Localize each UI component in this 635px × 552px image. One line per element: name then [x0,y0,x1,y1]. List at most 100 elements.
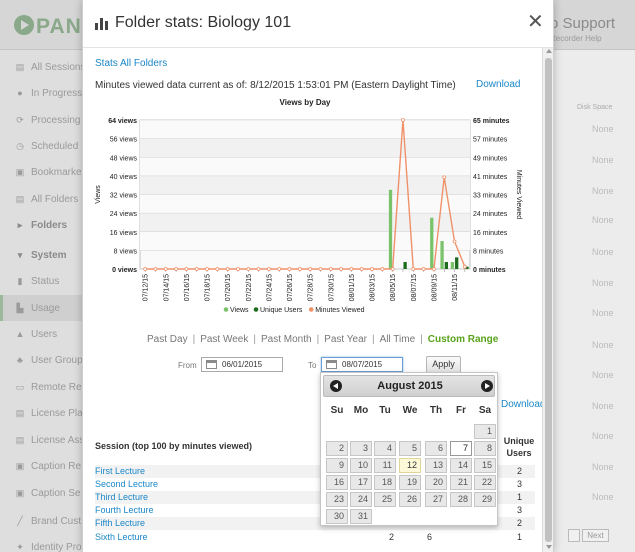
calendar-day[interactable]: 6 [425,441,447,456]
session-name-link[interactable]: Third Lecture [95,491,148,504]
calendar-day[interactable]: 19 [399,475,421,490]
minutes-point [401,118,405,122]
calendar-day[interactable]: 30 [326,509,348,524]
grid-band [140,138,470,158]
sidebar-item[interactable]: ▾ System [0,242,82,268]
download-link[interactable]: Download [476,79,520,90]
scroll-down-arrow-icon[interactable] [546,545,552,549]
calendar-day[interactable]: 15 [474,458,496,473]
calendar-day[interactable]: 10 [350,458,372,473]
sidebar-item[interactable]: ╱ Brand Cust [0,508,82,534]
next-month-icon[interactable] [481,380,493,392]
session-name-link[interactable]: Fifth Lecture [95,517,145,530]
calendar-day[interactable]: 1 [474,424,496,439]
close-icon[interactable]: ✕ [527,12,544,32]
calendar-day[interactable]: 20 [425,475,447,490]
sidebar-item-label: Bookmarked [31,167,82,178]
session-name-link[interactable]: First Lecture [95,465,145,478]
calendar-day[interactable]: 18 [374,475,396,490]
calendar-day[interactable]: 26 [399,492,421,507]
sidebar-item[interactable]: ▤ License Ass [0,427,82,453]
calendar-day[interactable]: 2 [326,441,348,456]
left-tick-label: 56 views [110,137,138,144]
calendar-day[interactable]: 27 [425,492,447,507]
session-name-link[interactable]: Fourth Lecture [95,504,154,517]
sidebar-item[interactable]: ▤ License Pla [0,400,82,426]
support-link[interactable]: o Support [550,15,615,32]
calendar-day[interactable]: 31 [350,509,372,524]
range-option-past-month[interactable]: Past Month [261,334,312,345]
calendar-day[interactable]: 9 [326,458,348,473]
chart-title: Views by Day [280,98,332,107]
calendar-day[interactable]: 28 [450,492,472,507]
sidebar-item[interactable]: ● In Progress [0,80,82,106]
session-name-link[interactable]: Second Lecture [95,478,158,491]
calendar-day[interactable]: 23 [326,492,348,507]
apply-button[interactable]: Apply [426,356,461,373]
range-option-past-week[interactable]: Past Week [200,334,248,345]
calendar-day[interactable]: 14 [450,458,472,473]
scroll-thumb[interactable] [545,58,552,542]
calendar-day[interactable]: 16 [326,475,348,490]
calendar-day[interactable]: 4 [374,441,396,456]
next-page-button[interactable]: Next [582,529,609,542]
disk-space-cell: None [592,155,614,165]
calendar-day[interactable]: 11 [374,458,396,473]
calendar-day[interactable]: 3 [350,441,372,456]
to-date-input[interactable]: 08/07/2015 [321,357,403,372]
range-option-custom-range[interactable]: Custom Range [428,334,499,345]
range-option-past-day[interactable]: Past Day [147,334,188,345]
sidebar-item[interactable]: ✦ Identity Pro [0,534,82,552]
sidebar-item[interactable]: ▣ Caption Se [0,480,82,506]
calendar-day[interactable]: 5 [399,441,421,456]
sidebar-item-label: Usage [31,303,60,314]
sidebar-item[interactable]: ♣ User Group [0,347,82,373]
sidebar-item[interactable]: ▤ All Sessions [0,54,82,80]
sidebar-item-label: License Pla [31,408,82,419]
minutes-point [380,267,385,271]
bar-unique-users [444,262,449,269]
modal-scrollbar[interactable] [542,48,553,552]
sidebar-item[interactable]: ▮ Status [0,268,82,294]
pager-page-button[interactable] [568,529,581,542]
calendar-day[interactable]: 24 [350,492,372,507]
grid-band [140,175,470,195]
calendar-day[interactable]: 22 [474,475,496,490]
header-subnav[interactable]: Recorder Help [550,34,602,43]
x-tick-label: 07/12/15 [143,274,150,301]
modal-title: Folder stats: Biology 101 [115,14,292,31]
stats-all-folders-link[interactable]: Stats All Folders [95,58,167,69]
range-option-all-time[interactable]: All Time [380,334,416,345]
sidebar-item[interactable]: ▣ Bookmarked [0,159,82,185]
session-name-link[interactable]: Sixth Lecture [95,531,148,544]
from-date-input[interactable]: 06/01/2015 [201,357,283,372]
sidebar-item[interactable]: ◷ Scheduled [0,133,82,159]
sidebar-item[interactable]: ▲ Users [0,321,82,347]
calendar-day[interactable]: 8 [474,441,496,456]
calendar-day[interactable]: 21 [450,475,472,490]
calendar-icon [206,360,217,369]
download-sessions-link[interactable]: Download [501,399,545,410]
sidebar-item[interactable]: ▤ All Folders [0,186,82,212]
sidebar-item[interactable]: ⟳ Processing [0,107,82,133]
left-tick-label: 48 views [110,155,138,162]
x-tick-label: 07/26/15 [287,274,294,301]
sidebar-item[interactable]: ▙ Usage [0,295,82,321]
list-icon: ▤ [15,62,25,72]
calendar-day[interactable]: 12 [399,458,421,473]
range-option-past-year[interactable]: Past Year [324,334,367,345]
calendar-day[interactable]: 7 [450,441,472,456]
caret-right-icon: ▸ [17,220,23,230]
sidebar-item[interactable]: ▸ Folders [0,212,82,238]
scroll-up-arrow-icon[interactable] [546,49,552,53]
calendar-day[interactable]: 25 [374,492,396,507]
calendar-day[interactable]: 29 [474,492,496,507]
range-separator: | [192,334,196,345]
sidebar-item[interactable]: ▣ Caption Re [0,453,82,479]
calendar-day[interactable]: 17 [350,475,372,490]
sidebar-item[interactable]: ▭ Remote Re [0,374,82,400]
minutes-point [267,267,271,271]
bookmark-icon: ▣ [15,167,25,177]
calendar-day[interactable]: 13 [425,458,447,473]
disk-space-cell: None [592,492,614,502]
